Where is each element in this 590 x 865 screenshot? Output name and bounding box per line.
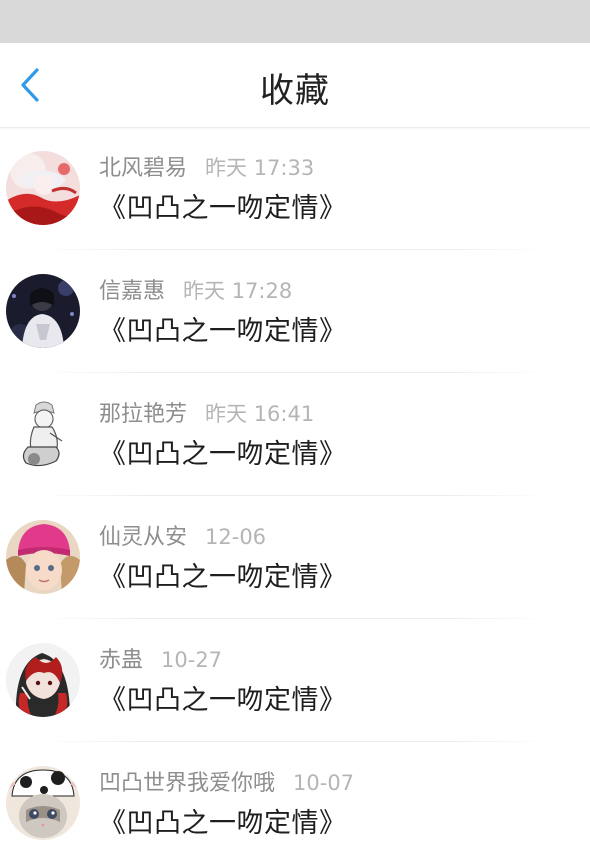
username[interactable]: 那拉艳芳: [99, 402, 187, 427]
list-item[interactable]: 凹凸世界我爱你哦 10-07 《凹凸之一吻定情》: [0, 742, 590, 865]
post-title[interactable]: 《凹凸之一吻定情》: [99, 560, 347, 596]
nav-bar: 收藏: [0, 43, 590, 128]
post-title[interactable]: 《凹凸之一吻定情》: [99, 683, 347, 719]
timestamp: 昨天 17:28: [183, 279, 293, 303]
username[interactable]: 赤蛊: [99, 648, 143, 673]
avatar[interactable]: [6, 274, 80, 348]
timestamp: 10-07: [293, 771, 355, 795]
post-title[interactable]: 《凹凸之一吻定情》: [99, 191, 347, 227]
page-title: 收藏: [260, 71, 330, 111]
avatar[interactable]: [6, 520, 80, 594]
timestamp: 昨天 17:33: [205, 156, 315, 180]
item-meta: 北风碧易 昨天 17:33: [99, 153, 314, 183]
list-item[interactable]: 北风碧易 昨天 17:33 《凹凸之一吻定情》: [0, 127, 590, 250]
username[interactable]: 北风碧易: [99, 156, 187, 181]
list-item[interactable]: 赤蛊 10-27 《凹凸之一吻定情》: [0, 619, 590, 742]
item-meta: 赤蛊 10-27: [99, 645, 222, 675]
item-meta: 仙灵从安 12-06: [99, 522, 266, 552]
post-title[interactable]: 《凹凸之一吻定情》: [99, 437, 347, 473]
item-meta: 那拉艳芳 昨天 16:41: [99, 399, 314, 429]
list-item[interactable]: 信嘉惠 昨天 17:28 《凹凸之一吻定情》: [0, 250, 590, 373]
timestamp: 10-27: [161, 648, 223, 672]
status-bar: [0, 0, 590, 43]
list-item[interactable]: 仙灵从安 12-06 《凹凸之一吻定情》: [0, 496, 590, 619]
username[interactable]: 信嘉惠: [99, 279, 165, 304]
avatar[interactable]: [6, 643, 80, 717]
list-item[interactable]: 那拉艳芳 昨天 16:41 《凹凸之一吻定情》: [0, 373, 590, 496]
avatar[interactable]: [6, 151, 80, 225]
username[interactable]: 仙灵从安: [99, 525, 187, 550]
item-meta: 凹凸世界我爱你哦 10-07: [99, 768, 354, 798]
post-title[interactable]: 《凹凸之一吻定情》: [99, 806, 347, 842]
post-title[interactable]: 《凹凸之一吻定情》: [99, 314, 347, 350]
avatar[interactable]: [6, 766, 80, 840]
username[interactable]: 凹凸世界我爱你哦: [99, 771, 275, 796]
avatar[interactable]: [6, 397, 80, 471]
timestamp: 昨天 16:41: [205, 402, 315, 426]
favorites-list: 北风碧易 昨天 17:33 《凹凸之一吻定情》 信嘉惠 昨天 17:28 《凹凸之一…: [0, 127, 590, 865]
timestamp: 12-06: [205, 525, 267, 549]
item-meta: 信嘉惠 昨天 17:28: [99, 276, 292, 306]
